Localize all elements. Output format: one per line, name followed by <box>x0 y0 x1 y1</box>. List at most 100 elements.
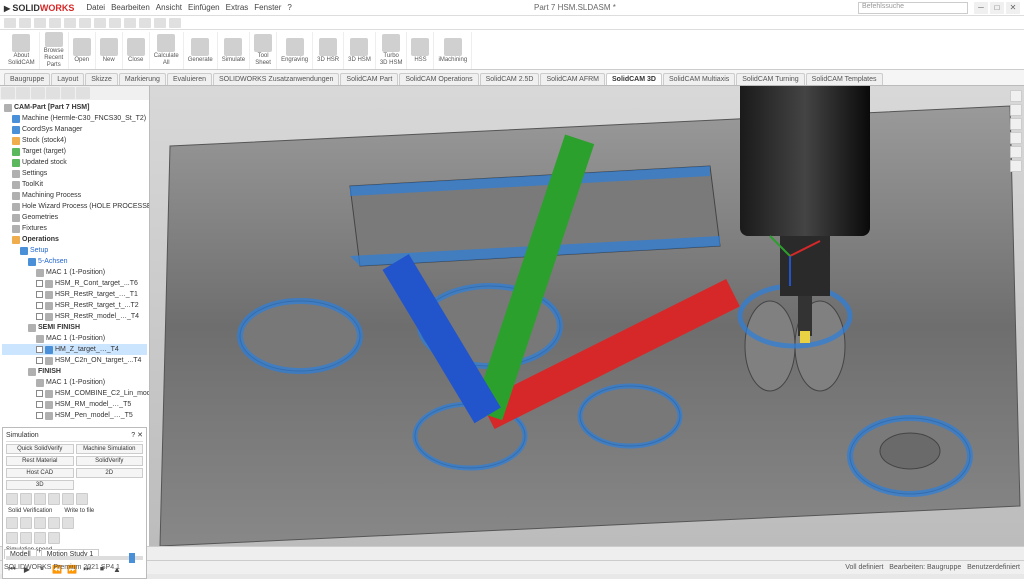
ribbon-tab[interactable]: SolidCAM Turning <box>736 73 804 85</box>
qa-icon[interactable] <box>109 18 121 28</box>
ribbon-item[interactable]: HSS <box>407 32 434 69</box>
tree-semi[interactable]: SEMI FINISH <box>2 322 147 333</box>
tree-item[interactable]: Geometries <box>2 212 147 223</box>
sim-mode-button[interactable]: Quick SolidVerify <box>6 444 74 454</box>
menu-file[interactable]: Datei <box>86 3 105 12</box>
sim-tool-icon[interactable] <box>76 493 88 505</box>
sidebar-tab-icon[interactable] <box>76 87 90 99</box>
ribbon-item[interactable]: iMachining <box>434 32 472 69</box>
sim-tool-icon[interactable] <box>62 517 74 529</box>
tree-mac-finish[interactable]: MAC 1 (1-Position) <box>2 377 147 388</box>
sim-tool-icon[interactable] <box>20 493 32 505</box>
sim-tool-icon[interactable] <box>34 493 46 505</box>
tree-mac-semi[interactable]: MAC 1 (1-Position) <box>2 333 147 344</box>
ribbon-item[interactable]: 3D HSR <box>313 32 344 69</box>
sim-tool-icon[interactable] <box>20 517 32 529</box>
ribbon-item[interactable]: Close <box>123 32 150 69</box>
sim-tool-icon[interactable] <box>6 517 18 529</box>
sim-mode-button[interactable]: 3D <box>6 480 74 490</box>
tree-group-5axis[interactable]: 5-Achsen <box>2 256 147 267</box>
sim-tool-icon[interactable] <box>48 493 60 505</box>
ribbon-item[interactable]: New <box>96 32 123 69</box>
qa-icon[interactable] <box>139 18 151 28</box>
ribbon-item[interactable]: Generate <box>184 32 218 69</box>
tree-op-selected[interactable]: HM_Z_target_…_T4 <box>2 344 147 355</box>
sim-tool-icon[interactable] <box>6 532 18 544</box>
qa-icon[interactable] <box>64 18 76 28</box>
sim-mode-button[interactable]: Host CAD <box>6 468 74 478</box>
sim-tool-icon[interactable] <box>34 517 46 529</box>
ribbon-tab[interactable]: Baugruppe <box>4 73 50 85</box>
sim-tool-icon[interactable] <box>48 532 60 544</box>
tree-item[interactable]: Target (target) <box>2 146 147 157</box>
tree-op[interactable]: HSM_R_Cont_target_...T6 <box>2 278 147 289</box>
ribbon-tab[interactable]: Markierung <box>119 73 166 85</box>
tree-mac-rough[interactable]: MAC 1 (1-Position) <box>2 267 147 278</box>
menu-insert[interactable]: Einfügen <box>188 3 220 12</box>
sidebar-tab-icon[interactable] <box>61 87 75 99</box>
maximize-button[interactable]: □ <box>990 2 1004 14</box>
tree-op[interactable]: HSM_COMBINE_C2_Lin_model_...T9 <box>2 388 147 399</box>
qa-icon[interactable] <box>154 18 166 28</box>
sim-tool-icon[interactable] <box>6 493 18 505</box>
tree-item[interactable]: Updated stock <box>2 157 147 168</box>
qa-icon[interactable] <box>4 18 16 28</box>
sidebar-tab-icon[interactable] <box>1 87 15 99</box>
menu-view[interactable]: Ansicht <box>156 3 182 12</box>
ribbon-tab[interactable]: SolidCAM AFRM <box>540 73 605 85</box>
tree-op[interactable]: HSM_C2n_ON_target_...T4 <box>2 355 147 366</box>
sidebar-tab-icon[interactable] <box>46 87 60 99</box>
menu-window[interactable]: Fenster <box>254 3 281 12</box>
ribbon-item[interactable]: Simulate <box>218 32 250 69</box>
sim-tool-icon[interactable] <box>20 532 32 544</box>
menu-tools[interactable]: Extras <box>226 3 249 12</box>
tree-op[interactable]: HSM_Pen_model_…_T5 <box>2 410 147 421</box>
tree-setup[interactable]: Setup <box>2 245 147 256</box>
sim-mode-button[interactable]: Rest Material <box>6 456 74 466</box>
ribbon-item[interactable]: 3D HSM <box>344 32 376 69</box>
ribbon-tab[interactable]: SolidCAM Multiaxis <box>663 73 735 85</box>
ribbon-tab[interactable]: Evaluieren <box>167 73 212 85</box>
tree-finish[interactable]: FINISH <box>2 366 147 377</box>
3d-viewport[interactable] <box>150 86 1024 546</box>
qa-icon[interactable] <box>49 18 61 28</box>
ribbon-item[interactable]: AboutSolidCAM <box>4 32 40 69</box>
ribbon-item[interactable]: CalculateAll <box>150 32 184 69</box>
ribbon-tab[interactable]: Skizze <box>85 73 118 85</box>
tree-op[interactable]: HSM_RM_model_…_T5 <box>2 399 147 410</box>
sim-help-icon[interactable]: ? ✕ <box>131 431 143 439</box>
ribbon-item[interactable]: Turbo3D HSM <box>376 32 408 69</box>
tree-item[interactable]: ToolKit <box>2 179 147 190</box>
qa-icon[interactable] <box>79 18 91 28</box>
ribbon-item[interactable]: ToolSheet <box>250 32 277 69</box>
ribbon-tab[interactable]: Layout <box>51 73 84 85</box>
sim-mode-button[interactable]: Machine Simulation <box>76 444 144 454</box>
tree-op[interactable]: HSR_RestR_model_…_T4 <box>2 311 147 322</box>
sim-tool-icon[interactable] <box>34 532 46 544</box>
ribbon-item[interactable]: BrowseRecentParts <box>40 32 69 69</box>
tree-op[interactable]: HSR_RestR_target_t_...T2 <box>2 300 147 311</box>
tree-item[interactable]: Settings <box>2 168 147 179</box>
qa-icon[interactable] <box>19 18 31 28</box>
tree-root[interactable]: CAM-Part [Part 7 HSM] <box>2 102 147 113</box>
sim-tool-icon[interactable] <box>62 493 74 505</box>
menu-edit[interactable]: Bearbeiten <box>111 3 150 12</box>
close-button[interactable]: ✕ <box>1006 2 1020 14</box>
sidebar-tab-icon[interactable] <box>16 87 30 99</box>
tree-operations[interactable]: Operations <box>2 234 147 245</box>
ribbon-tab[interactable]: SolidCAM 3D <box>606 73 662 85</box>
tree-item[interactable]: Machine (Hermle-C30_FNCS30_St_T2) <box>2 113 147 124</box>
ribbon-tab[interactable]: SolidCAM Templates <box>806 73 883 85</box>
ribbon-item[interactable]: Open <box>69 32 96 69</box>
tree-item[interactable]: Machining Process <box>2 190 147 201</box>
qa-icon[interactable] <box>169 18 181 28</box>
ribbon-tab[interactable]: SolidCAM 2.5D <box>480 73 540 85</box>
sim-mode-button[interactable]: 2D <box>76 468 144 478</box>
ribbon-tab[interactable]: SOLIDWORKS Zusatzanwendungen <box>213 73 339 85</box>
tree-op[interactable]: HSR_RestR_target_…_T1 <box>2 289 147 300</box>
minimize-button[interactable]: ─ <box>974 2 988 14</box>
ribbon-tab[interactable]: SolidCAM Operations <box>399 73 478 85</box>
qa-icon[interactable] <box>124 18 136 28</box>
tree-item[interactable]: Stock (stock4) <box>2 135 147 146</box>
sim-speed-slider[interactable] <box>6 556 143 560</box>
